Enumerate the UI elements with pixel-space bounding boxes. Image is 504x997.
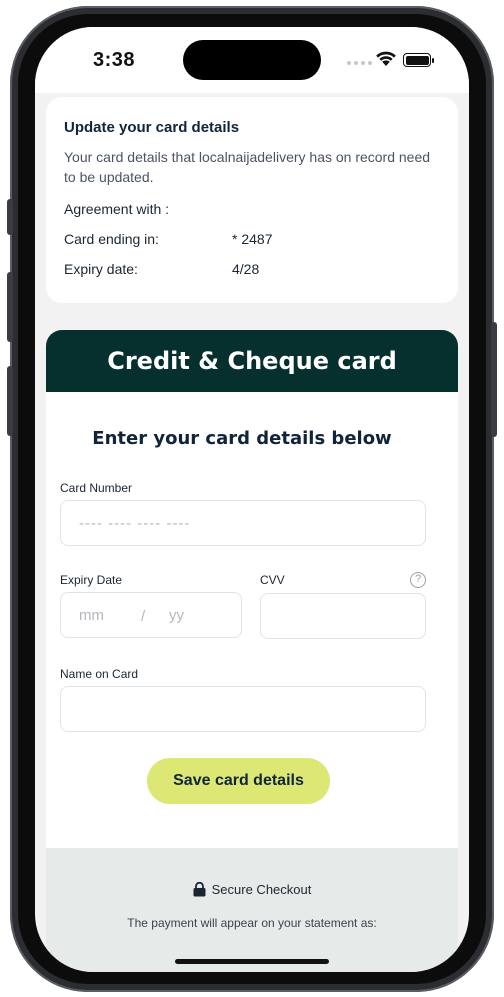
home-indicator[interactable] [175, 959, 329, 964]
phone-screen: 3:38 Update your card details Your card … [35, 27, 469, 972]
volume-down-button [7, 366, 13, 436]
card-form-subtitle: Enter your card details below [92, 428, 392, 449]
status-time: 3:38 [93, 49, 136, 71]
status-bar: 3:38 [35, 27, 469, 93]
expiry-separator: / [141, 608, 146, 625]
cellular-signal-icon [347, 61, 372, 65]
card-number-label: Card Number [60, 481, 133, 495]
save-card-button[interactable]: Save card details [147, 758, 330, 804]
expiry-date-label: Expiry date: [64, 261, 138, 277]
card-number-placeholder: ---- ---- ---- ---- [79, 515, 191, 532]
cvv-input[interactable] [260, 593, 426, 639]
card-ending-label: Card ending in: [64, 231, 159, 247]
expiry-date-field-label: Expiry Date [60, 573, 123, 587]
statement-text: The payment will appear on your statemen… [127, 916, 377, 930]
card-form: Enter your card details below Card Numbe… [46, 392, 458, 848]
card-ending-value: * 2487 [232, 231, 273, 247]
secure-checkout: Secure Checkout [46, 882, 458, 897]
expiry-date-input[interactable]: mm / yy [60, 592, 242, 638]
update-card-title: Update your card details [64, 119, 240, 136]
cvv-help-icon[interactable]: ? [410, 572, 426, 588]
credit-card-header: Credit & Cheque card [46, 330, 458, 392]
name-on-card-input[interactable] [60, 686, 426, 732]
mute-switch [7, 199, 13, 235]
wifi-icon [376, 51, 396, 66]
name-on-card-label: Name on Card [60, 667, 139, 681]
agreement-label: Agreement with : [64, 201, 170, 217]
lock-icon [193, 882, 206, 897]
dynamic-island [183, 40, 321, 80]
card-number-input[interactable]: ---- ---- ---- ---- [60, 500, 426, 546]
update-card-panel: Update your card details Your card detai… [46, 97, 458, 303]
volume-up-button [7, 272, 13, 342]
credit-card-title: Credit & Cheque card [107, 347, 397, 375]
secure-checkout-label: Secure Checkout [211, 882, 312, 897]
expiry-month-placeholder: mm [79, 607, 104, 624]
cvv-label: CVV [260, 573, 285, 587]
expiry-year-placeholder: yy [169, 607, 184, 624]
battery-icon [403, 53, 434, 67]
update-card-description: Your card details that localnaijadeliver… [64, 149, 431, 185]
checkout-footer: Secure Checkout The payment will appear … [46, 848, 458, 972]
power-button [491, 322, 497, 437]
expiry-date-value: 4/28 [232, 261, 260, 277]
